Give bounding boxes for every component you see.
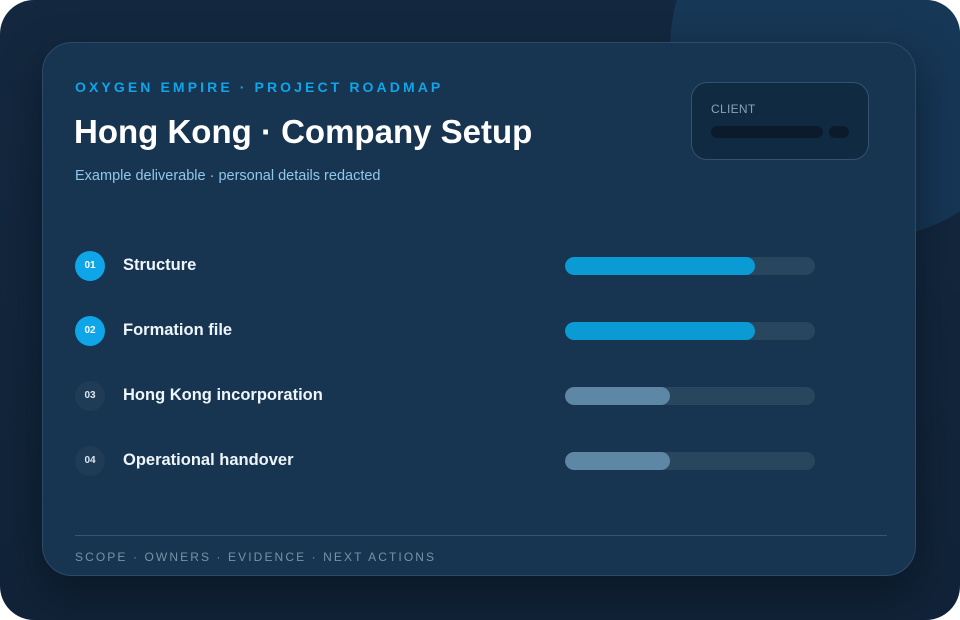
step-label: Hong Kong incorporation — [123, 386, 323, 404]
footer-tags: SCOPE · OWNERS · EVIDENCE · NEXT ACTIONS — [75, 550, 437, 564]
step-row-hong-kong-incorporation: 03 Hong Kong incorporation — [75, 380, 815, 412]
step-number-badge: 04 — [75, 446, 105, 476]
progress-fill — [565, 452, 670, 470]
client-id-redacted — [829, 126, 849, 138]
client-label: CLIENT — [711, 102, 756, 116]
step-label: Operational handover — [123, 451, 294, 469]
progress-fill — [565, 387, 670, 405]
progress-track — [565, 257, 815, 275]
step-label: Structure — [123, 256, 197, 274]
progress-track — [565, 322, 815, 340]
step-label: Formation file — [123, 321, 233, 339]
step-row-structure: 01 Structure — [75, 250, 815, 282]
page-subtitle: Example deliverable · personal details r… — [75, 168, 381, 184]
page-title: Hong Kong · Company Setup — [74, 113, 533, 150]
roadmap-frame: OXYGEN EMPIRE · PROJECT ROADMAP Hong Kon… — [0, 0, 960, 620]
progress-fill — [565, 322, 755, 340]
progress-fill — [565, 257, 755, 275]
step-number-badge: 01 — [75, 251, 105, 281]
client-name-redacted — [711, 126, 823, 138]
client-box: CLIENT — [691, 82, 869, 160]
eyebrow-label: OXYGEN EMPIRE · PROJECT ROADMAP — [75, 79, 444, 95]
step-row-operational-handover: 04 Operational handover — [75, 445, 815, 477]
progress-track — [565, 452, 815, 470]
step-row-formation-file: 02 Formation file — [75, 315, 815, 347]
progress-track — [565, 387, 815, 405]
footer-divider — [75, 535, 887, 536]
roadmap-card: OXYGEN EMPIRE · PROJECT ROADMAP Hong Kon… — [42, 42, 916, 576]
step-number-badge: 02 — [75, 316, 105, 346]
step-number-badge: 03 — [75, 381, 105, 411]
